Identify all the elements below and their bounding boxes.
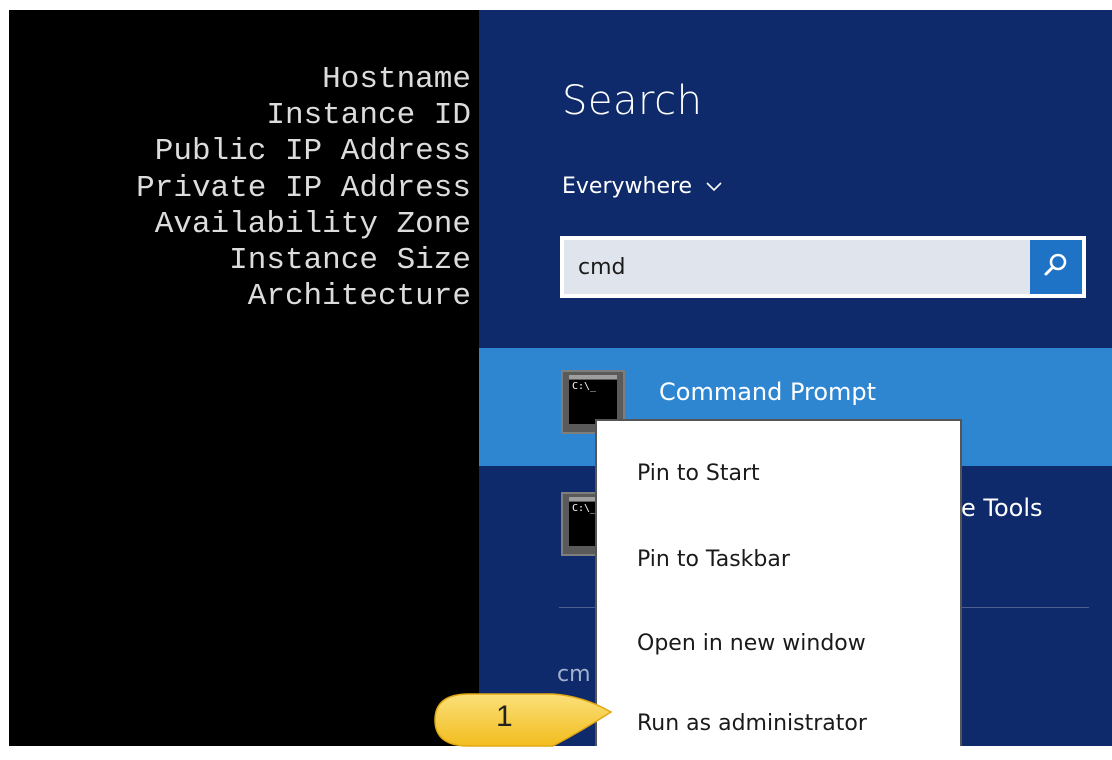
info-instance-size: Instance Size [229, 243, 471, 279]
callout-number: 1 [496, 700, 513, 733]
info-availability-zone: Availability Zone [154, 206, 471, 242]
search-scope-dropdown[interactable]: Everywhere [562, 174, 722, 199]
chevron-down-icon [706, 179, 722, 195]
partial-result-label[interactable]: cm [557, 662, 591, 687]
desktop-info-panel: Hostname Instance ID Public IP Address P… [9, 10, 479, 746]
menu-item-pin-to-start[interactable]: Pin to Start [637, 461, 760, 486]
info-architecture: Architecture [247, 279, 471, 315]
search-box [560, 236, 1086, 298]
result-label: Command Prompt [659, 378, 877, 406]
menu-item-pin-to-taskbar[interactable]: Pin to Taskbar [637, 547, 790, 572]
search-button[interactable] [1030, 240, 1082, 294]
info-private-ip: Private IP Address [136, 170, 471, 206]
menu-item-open-new-window[interactable]: Open in new window [637, 631, 866, 656]
info-public-ip: Public IP Address [154, 134, 471, 170]
search-input[interactable] [564, 240, 1030, 294]
info-instance-id: Instance ID [266, 98, 471, 134]
instance-info-list: Hostname Instance ID Public IP Address P… [136, 62, 471, 315]
result-label: e Tools [961, 494, 1043, 522]
callout-arrow [434, 693, 613, 747]
search-icon [1043, 252, 1069, 282]
context-menu: Pin to Start Pin to Taskbar Open in new … [595, 419, 962, 746]
info-hostname: Hostname [322, 62, 471, 97]
page-title: Search [562, 78, 703, 124]
search-scope-label: Everywhere [562, 174, 693, 199]
menu-item-run-as-administrator[interactable]: Run as administrator [637, 711, 867, 736]
